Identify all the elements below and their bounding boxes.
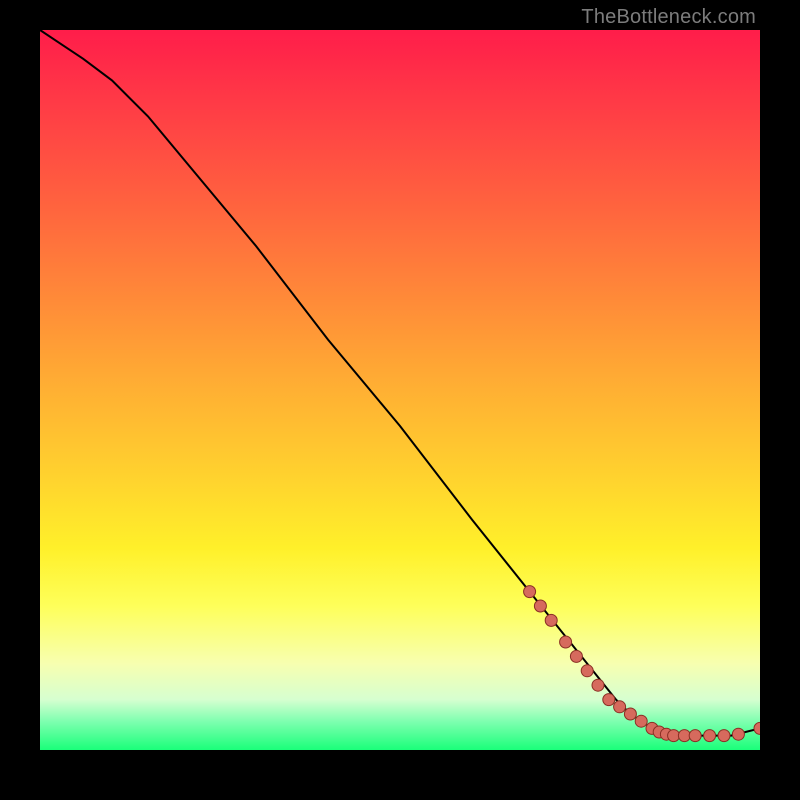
curve-marker <box>592 679 604 691</box>
curve-marker <box>524 586 536 598</box>
chart-frame: TheBottleneck.com <box>0 0 800 800</box>
plot-area <box>40 30 760 750</box>
curve-marker <box>732 728 744 740</box>
curve-marker <box>754 722 760 734</box>
bottleneck-curve <box>40 30 760 736</box>
attribution-text: TheBottleneck.com <box>581 6 756 29</box>
curve-marker <box>603 694 615 706</box>
curve-marker <box>581 665 593 677</box>
curve-marker <box>635 715 647 727</box>
curve-marker <box>570 650 582 662</box>
curve-marker <box>704 730 716 742</box>
curve-marker <box>718 730 730 742</box>
curve-marker <box>560 636 572 648</box>
curve-marker <box>545 614 557 626</box>
curve-markers <box>524 586 760 742</box>
curve-marker <box>624 708 636 720</box>
curve-marker <box>678 730 690 742</box>
curve-marker <box>534 600 546 612</box>
curve-layer <box>40 30 760 750</box>
curve-marker <box>689 730 701 742</box>
curve-marker <box>614 701 626 713</box>
curve-marker <box>668 730 680 742</box>
